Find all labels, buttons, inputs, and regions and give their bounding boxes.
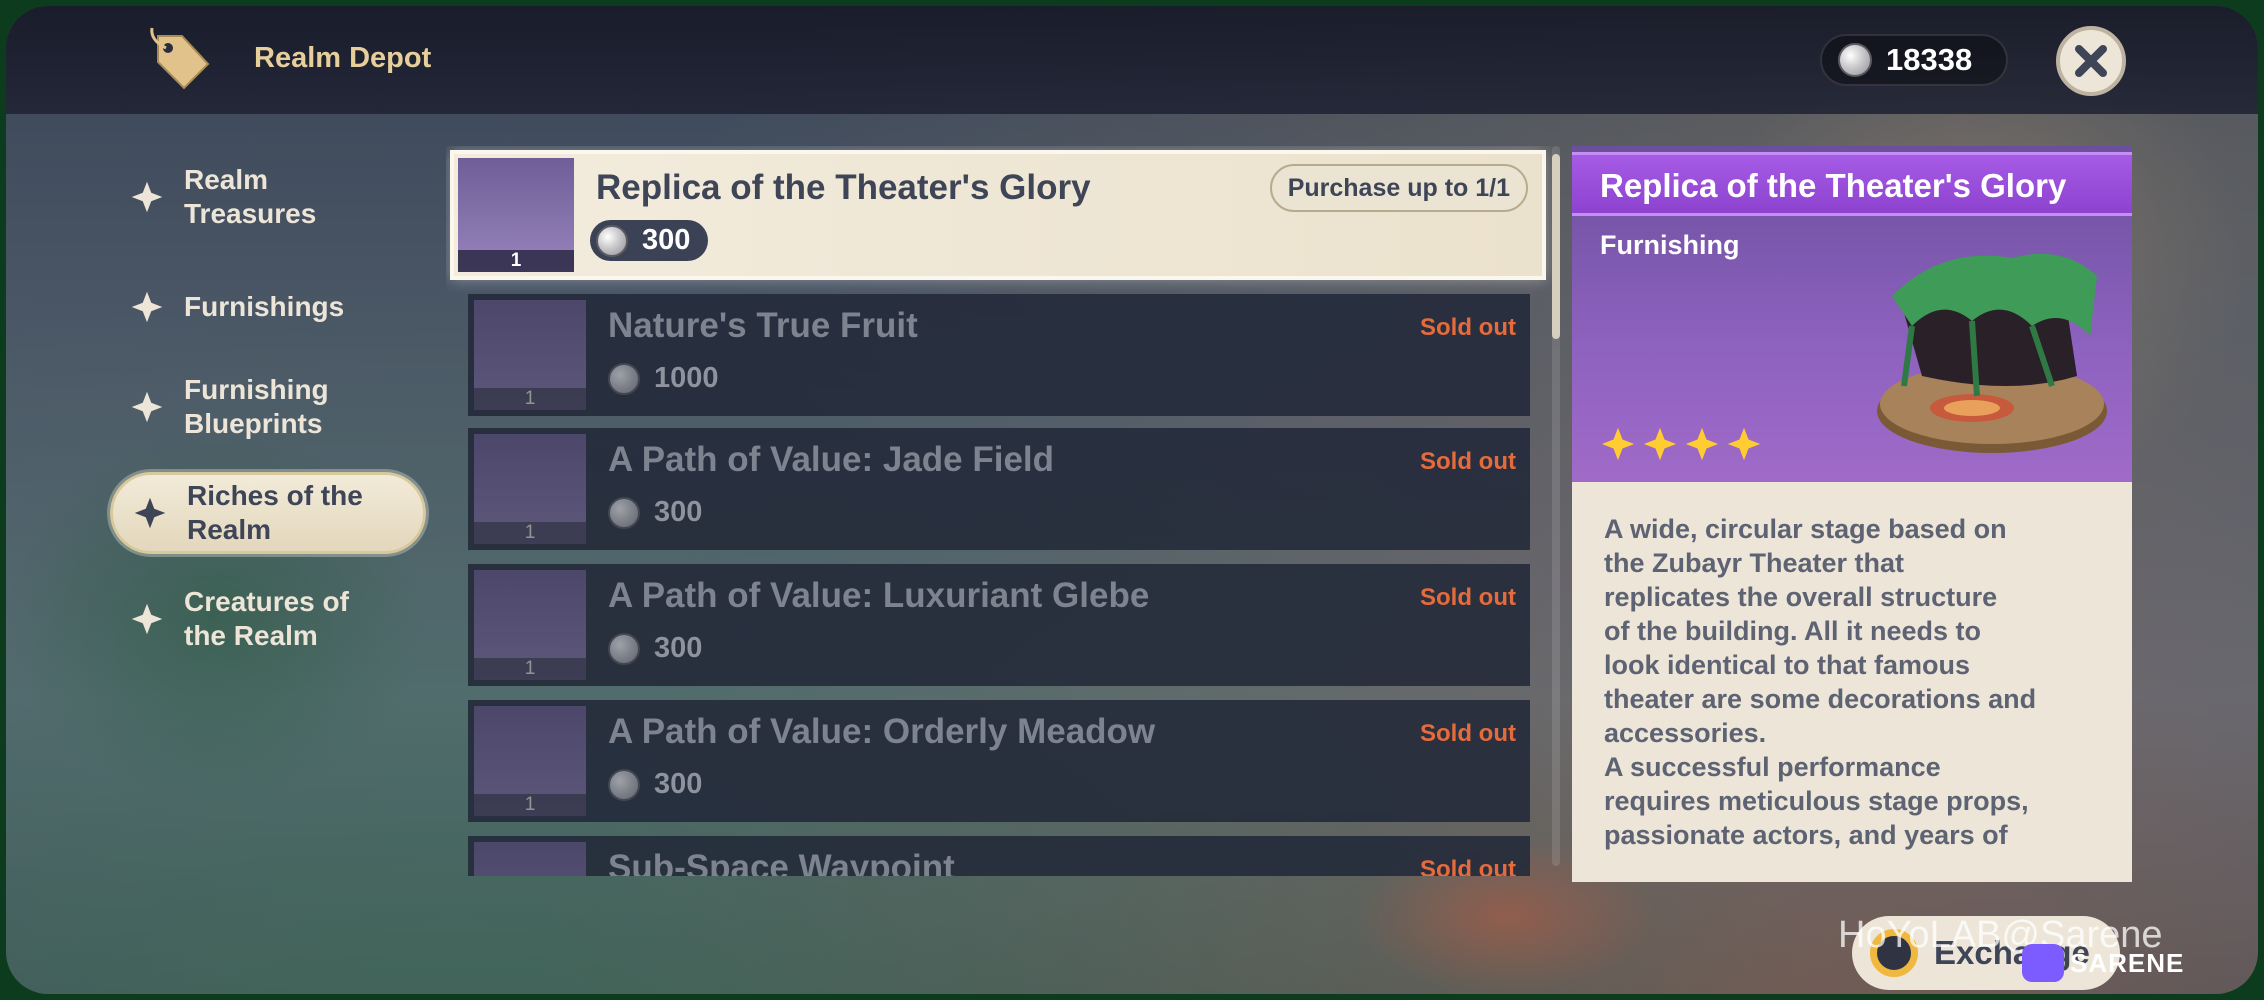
detail-title-bar: Replica of the Theater's Glory — [1572, 152, 2132, 216]
watermark-logo-text: SARENE — [2070, 947, 2185, 978]
close-icon — [2075, 45, 2107, 77]
item-price-value: 300 — [654, 632, 703, 664]
item-name: Replica of the Theater's Glory — [596, 168, 1091, 207]
item-price: 1000 — [608, 362, 719, 395]
realm-currency-icon — [608, 632, 640, 665]
rarity-star-icon — [1643, 427, 1677, 461]
item-price: 300 — [608, 768, 702, 801]
item-name: A Path of Value: Orderly Meadow — [608, 712, 1156, 751]
page-title: Realm Depot — [254, 42, 432, 74]
detail-item-type: Furnishing — [1600, 230, 1740, 260]
sold-out-label: Sold out — [1420, 448, 1516, 475]
item-thumbnail — [474, 842, 586, 876]
list-scrollbar[interactable] — [1552, 146, 1560, 866]
item-thumbnail: 1 — [474, 300, 586, 410]
sidebar-category-item[interactable]: Realm Treasures — [110, 156, 426, 238]
shop-item-row[interactable]: 1 A Path of Value: Orderly Meadow 300 Sold … — [468, 700, 1530, 822]
item-quantity: 1 — [458, 250, 574, 272]
sparkle-icon — [131, 181, 163, 213]
item-detail-panel: Replica of the Theater's Glory Furnishin… — [1572, 146, 2132, 882]
rarity-star-icon — [1601, 427, 1635, 461]
currency-amount: 18338 — [1886, 42, 1973, 77]
sparkle-icon — [134, 497, 166, 529]
item-thumbnail: 1 — [474, 706, 586, 816]
shop-item-row[interactable]: 1 Replica of the Theater's Glory 300 Purcha… — [450, 150, 1546, 280]
item-thumbnail: 1 — [458, 158, 574, 272]
watermark-logo: SARENE — [2022, 944, 2184, 982]
shop-item-row[interactable]: 1 A Path of Value: Luxuriant Glebe 300 Sold… — [468, 564, 1530, 686]
item-price: 300 — [608, 496, 702, 529]
detail-item-name: Replica of the Theater's Glory — [1600, 167, 2067, 204]
purchase-limit-badge: Purchase up to 1/1 — [1269, 164, 1528, 212]
price-tag-icon — [150, 27, 210, 90]
detail-description-box: A wide, circular stage based on the Zuba… — [1572, 482, 2132, 882]
item-price-value: 1000 — [654, 362, 719, 394]
sidebar-category-label: Riches of the Realm — [187, 480, 363, 545]
sidebar-category-label: Furnishing Blueprints — [184, 374, 329, 439]
detail-header: Replica of the Theater's Glory Furnishin… — [1572, 146, 2132, 482]
item-name: Sub-Space Waypoint — [608, 848, 955, 876]
game-screen: Realm Depot 18338 Realm Treasures Furnish… — [6, 6, 2258, 994]
top-bar: Realm Depot 18338 — [6, 6, 2258, 114]
sidebar-category-item[interactable]: Furnishings — [110, 266, 426, 348]
sidebar-category-label: Realm Treasures — [184, 164, 317, 229]
sidebar-category-item[interactable]: Furnishing Blueprints — [110, 366, 426, 448]
rarity-stars — [1600, 426, 1762, 462]
realm-currency-icon — [596, 224, 628, 257]
sparkle-icon — [131, 603, 163, 635]
sold-out-label: Sold out — [1420, 584, 1516, 611]
realm-currency-icon — [1838, 43, 1872, 77]
close-button[interactable] — [2056, 26, 2126, 96]
item-quantity: 1 — [474, 658, 586, 680]
sold-out-label: Sold out — [1420, 314, 1516, 341]
currency-display: 18338 — [1820, 34, 2008, 86]
item-quantity: 1 — [474, 522, 586, 544]
item-name: Nature's True Fruit — [608, 306, 918, 345]
scroll-thumb[interactable] — [1552, 154, 1560, 339]
sidebar-category-label: Creatures of the Realm — [184, 586, 349, 651]
sidebar-category-label: Furnishings — [184, 291, 345, 322]
item-thumbnail: 1 — [474, 570, 586, 680]
shop-item-row[interactable]: Sub-Space Waypoint Sold out — [468, 836, 1530, 876]
item-price-value: 300 — [654, 768, 703, 800]
item-price: 300 — [590, 220, 709, 261]
item-price-value: 300 — [654, 496, 703, 528]
shop-item-row[interactable]: 1 A Path of Value: Jade Field 300 Sold out — [468, 428, 1530, 550]
item-list: 1 Replica of the Theater's Glory 300 Purcha… — [446, 146, 1556, 876]
item-name: A Path of Value: Jade Field — [608, 440, 1055, 479]
realm-currency-icon — [608, 768, 640, 801]
sidebar-category-item[interactable]: Riches of the Realm — [110, 472, 426, 554]
item-description: A wide, circular stage based on the Zuba… — [1604, 514, 2037, 850]
realm-currency-icon — [608, 362, 640, 395]
rarity-star-icon — [1727, 427, 1761, 461]
item-quantity: 1 — [474, 388, 586, 410]
sidebar-category-item[interactable]: Creatures of the Realm — [110, 578, 426, 660]
realm-currency-icon — [608, 496, 640, 529]
sparkle-icon — [131, 291, 163, 323]
item-quantity: 1 — [474, 794, 586, 816]
item-thumbnail: 1 — [474, 434, 586, 544]
sold-out-label: Sold out — [1420, 720, 1516, 747]
item-name: A Path of Value: Luxuriant Glebe — [608, 576, 1150, 615]
theater-stage-illustration — [1877, 253, 2107, 453]
shop-item-row[interactable]: 1 Nature's True Fruit 1000 Sold out — [468, 294, 1530, 416]
item-price: 300 — [608, 632, 702, 665]
sold-out-label: Sold out — [1420, 856, 1516, 876]
item-price-value: 300 — [642, 224, 691, 256]
watermark-mark-icon — [2022, 944, 2064, 982]
rarity-star-icon — [1685, 427, 1719, 461]
sparkle-icon — [131, 391, 163, 423]
